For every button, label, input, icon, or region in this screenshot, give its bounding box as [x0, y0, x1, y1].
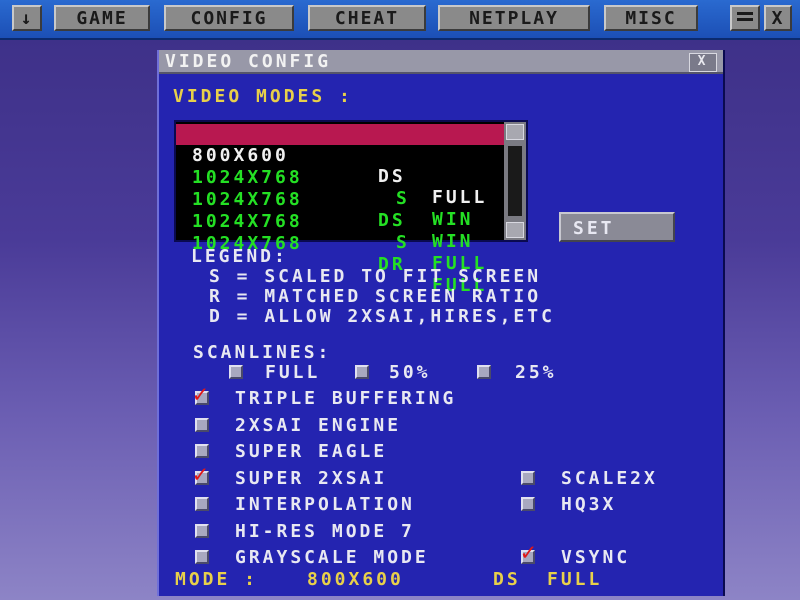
status-mode-flags: DS — [493, 569, 521, 590]
status-mode-full: FULL — [547, 569, 603, 590]
scanlines-50-label: 50% — [389, 362, 431, 383]
scale2x-label: SCALE2X — [561, 468, 658, 489]
window-title: VIDEO CONFIG X — [159, 50, 723, 74]
minimize-button[interactable] — [730, 5, 760, 31]
mode-row[interactable]: 1024X768 DS WIN — [176, 168, 526, 252]
set-button[interactable]: SET — [559, 212, 675, 242]
down-arrow-icon: ↓ — [20, 8, 34, 29]
scanlines-label: SCANLINES: — [193, 342, 332, 363]
scanlines-full-checkbox[interactable] — [229, 365, 243, 379]
menu-misc[interactable]: MISC — [604, 5, 698, 31]
interpolation-checkbox[interactable] — [195, 497, 209, 511]
mode-row[interactable]: 1024X768 S WIN — [176, 146, 526, 230]
grayscale-label: GRAYSCALE MODE — [235, 547, 429, 568]
menu-bar: ↓ GAME CONFIG CHEAT NETPLAY MISC X — [0, 0, 800, 40]
hq3x-checkbox[interactable] — [521, 497, 535, 511]
minimize-icon — [737, 12, 753, 15]
checkmark-icon: ✓ — [193, 460, 208, 488]
scale2x-checkbox[interactable] — [521, 471, 535, 485]
window-title-text: VIDEO CONFIG — [165, 51, 332, 72]
scroll-down-icon[interactable] — [506, 222, 524, 238]
status-mode-prefix: MODE : — [175, 569, 259, 590]
hires-mode7-checkbox[interactable] — [195, 524, 209, 538]
vsync-label: VSYNC — [561, 547, 631, 568]
status-mode-res: 800X600 — [307, 569, 404, 590]
modes-scrollbar[interactable] — [504, 122, 526, 240]
mode-row[interactable]: 800X600 DS FULL — [176, 124, 526, 208]
scanlines-50-checkbox[interactable] — [355, 365, 369, 379]
super-eagle-label: SUPER EAGLE — [235, 441, 388, 462]
scanlines-full-label: FULL — [265, 362, 321, 383]
hires-mode7-label: HI-RES MODE 7 — [235, 521, 415, 542]
interpolation-label: INTERPOLATION — [235, 494, 415, 515]
grayscale-checkbox[interactable] — [195, 550, 209, 564]
hq3x-label: HQ3X — [561, 494, 617, 515]
checkmark-icon: ✓ — [521, 538, 536, 566]
close-icon: X — [697, 54, 709, 69]
checkmark-icon: ✓ — [193, 380, 208, 408]
menu-cheat[interactable]: CHEAT — [308, 5, 426, 31]
legend-line: S = SCALED TO FIT SCREEN — [209, 266, 542, 287]
legend-title: LEGEND: — [191, 246, 288, 267]
mode-row[interactable]: 1024X768 S FULL — [176, 190, 526, 274]
scroll-thumb[interactable] — [508, 146, 522, 216]
video-config-window: VIDEO CONFIG X VIDEO MODES : 800X600 DS … — [157, 50, 725, 596]
video-modes-label: VIDEO MODES : — [173, 86, 353, 107]
triple-buffering-label: TRIPLE BUFFERING — [235, 388, 457, 409]
super-eagle-checkbox[interactable] — [195, 444, 209, 458]
scroll-up-icon[interactable] — [506, 124, 524, 140]
legend-line: R = MATCHED SCREEN RATIO — [209, 286, 542, 307]
2xsai-engine-checkbox[interactable] — [195, 418, 209, 432]
dropdown-arrow-button[interactable]: ↓ — [12, 5, 42, 31]
legend-line: D = ALLOW 2XSAI,HIRES,ETC — [209, 306, 555, 327]
mode-row[interactable]: 1024X768 DR FULL — [176, 212, 526, 296]
app-close-button[interactable]: X — [764, 5, 792, 31]
menu-netplay[interactable]: NETPLAY — [438, 5, 590, 31]
window-close-button[interactable]: X — [689, 53, 717, 72]
super-2xsai-label: SUPER 2XSAI — [235, 468, 388, 489]
menu-game[interactable]: GAME — [54, 5, 150, 31]
menu-config[interactable]: CONFIG — [164, 5, 294, 31]
video-modes-list[interactable]: 800X600 DS FULL 1024X768 S WIN 1024X768 … — [174, 120, 528, 296]
2xsai-engine-label: 2XSAI ENGINE — [235, 415, 402, 436]
scanlines-25-label: 25% — [515, 362, 557, 383]
scanlines-25-checkbox[interactable] — [477, 365, 491, 379]
